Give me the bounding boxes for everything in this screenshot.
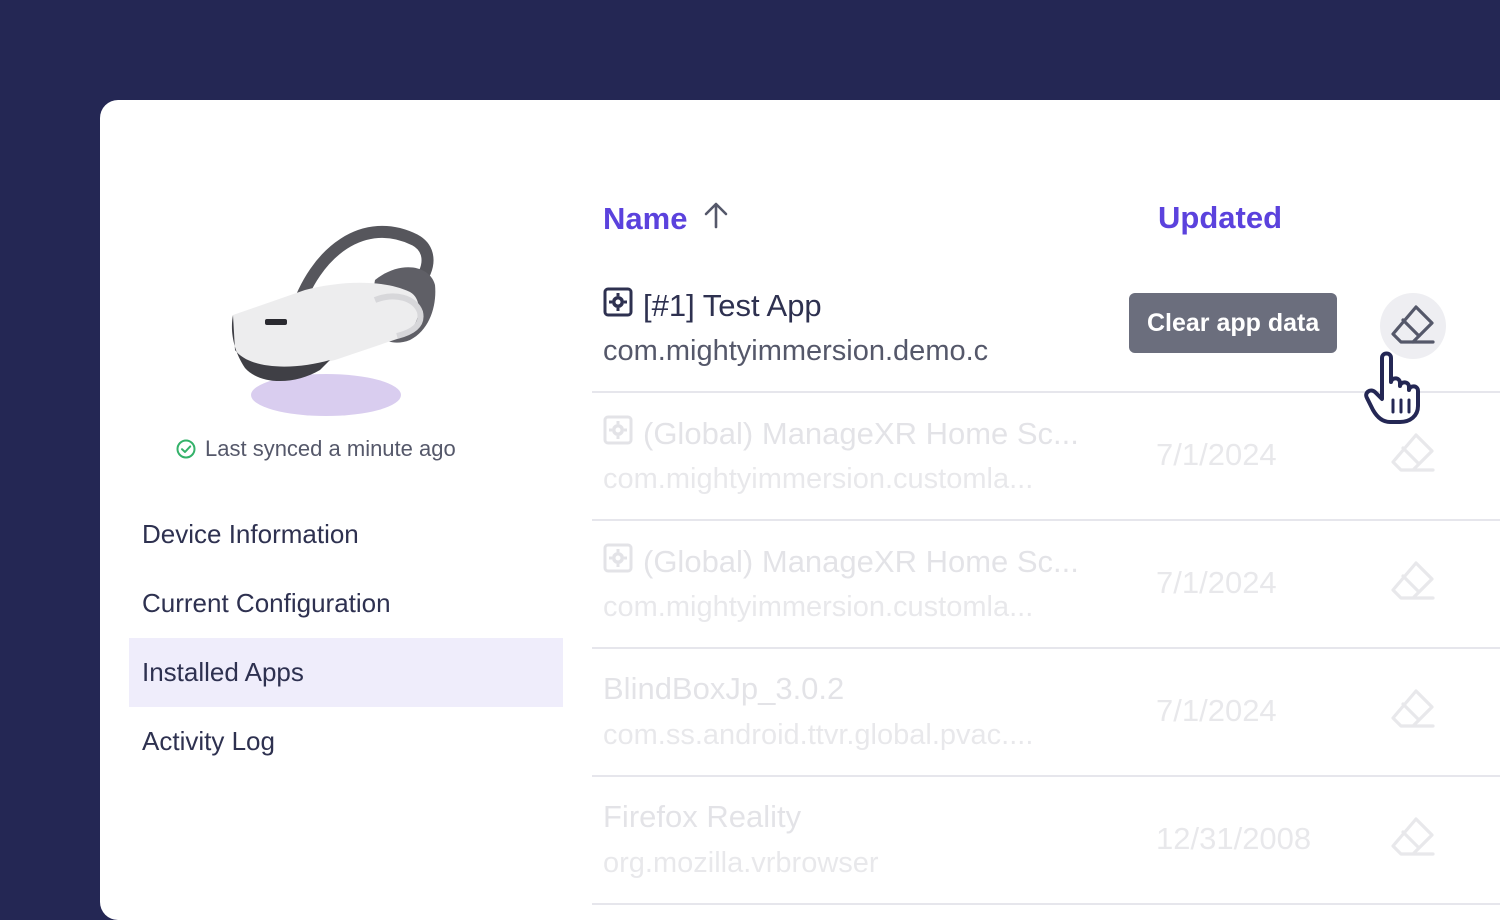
hand-pointer-icon bbox=[1364, 351, 1420, 424]
app-name: (Global) ManageXR Home Sc... bbox=[643, 416, 1079, 451]
column-header-updated[interactable]: Updated bbox=[1158, 200, 1282, 236]
app-name-cell: Firefox Reality bbox=[603, 799, 1083, 835]
app-package: com.mightyimmersion.demo.c bbox=[603, 335, 989, 367]
eraser-icon bbox=[1389, 814, 1437, 863]
eraser-icon bbox=[1389, 686, 1437, 735]
clear-app-data-button[interactable] bbox=[1380, 421, 1446, 487]
app-name: Firefox Reality bbox=[603, 799, 802, 834]
arrow-up-icon bbox=[701, 200, 731, 238]
app-name: (Global) ManageXR Home Sc... bbox=[643, 544, 1079, 579]
app-name: [#1] Test App bbox=[643, 288, 822, 323]
clear-app-data-button[interactable] bbox=[1380, 677, 1446, 743]
eraser-icon bbox=[1389, 558, 1437, 607]
sync-status: Last synced a minute ago bbox=[176, 434, 456, 464]
clear-app-data-button[interactable] bbox=[1380, 549, 1446, 615]
app-updated-date: 7/1/2024 bbox=[1156, 565, 1277, 600]
app-package: com.ss.android.ttvr.global.pvac.... bbox=[603, 719, 1034, 751]
app-package: com.mightyimmersion.customla... bbox=[603, 463, 1034, 495]
nav-item-activity-log[interactable]: Activity Log bbox=[129, 707, 563, 776]
vr-headset-image bbox=[231, 225, 436, 416]
app-name-cell: BlindBoxJp_3.0.2 bbox=[603, 671, 1083, 707]
column-header-name-label: Name bbox=[603, 201, 688, 236]
sync-status-text: Last synced a minute ago bbox=[205, 436, 456, 461]
eraser-icon bbox=[1389, 430, 1437, 479]
nav-item-device-information[interactable]: Device Information bbox=[129, 500, 563, 569]
app-name-cell: (Global) ManageXR Home Sc... bbox=[603, 415, 1083, 453]
nav-item-current-configuration[interactable]: Current Configuration bbox=[129, 569, 563, 638]
eraser-icon bbox=[1389, 302, 1437, 351]
table-row[interactable]: BlindBoxJp_3.0.2 com.ss.android.ttvr.glob… bbox=[592, 649, 1500, 777]
app-updated-date: 7/1/2024 bbox=[1156, 693, 1277, 728]
app-name: BlindBoxJp_3.0.2 bbox=[603, 671, 845, 706]
clear-app-data-tooltip: Clear app data bbox=[1129, 293, 1338, 353]
app-updated-date: 12/31/2008 bbox=[1156, 821, 1312, 856]
sidebar-nav: Device Information Current Configuration… bbox=[129, 500, 563, 776]
column-header-name[interactable]: Name bbox=[603, 200, 731, 238]
app-package: com.mightyimmersion.customla... bbox=[603, 591, 1034, 623]
row-divider bbox=[592, 903, 1500, 905]
device-panel: Last synced a minute ago Device Informat… bbox=[100, 100, 1500, 920]
table-row[interactable]: Firefox Reality org.mozilla.vrbrowser 12/3… bbox=[592, 777, 1500, 905]
app-updated-date: 7/1/2024 bbox=[1156, 437, 1277, 472]
app-name-cell: (Global) ManageXR Home Sc... bbox=[603, 543, 1083, 581]
check-circle-icon bbox=[176, 439, 196, 459]
app-package: org.mozilla.vrbrowser bbox=[603, 847, 879, 879]
table-row[interactable]: (Global) ManageXR Home Sc... com.mightyim… bbox=[592, 521, 1500, 649]
clear-app-data-button[interactable] bbox=[1380, 805, 1446, 871]
app-icon bbox=[603, 287, 633, 325]
app-name-cell: [#1] Test App bbox=[603, 287, 1083, 325]
app-icon bbox=[603, 543, 633, 581]
app-icon bbox=[603, 415, 633, 453]
nav-item-installed-apps[interactable]: Installed Apps bbox=[129, 638, 563, 707]
